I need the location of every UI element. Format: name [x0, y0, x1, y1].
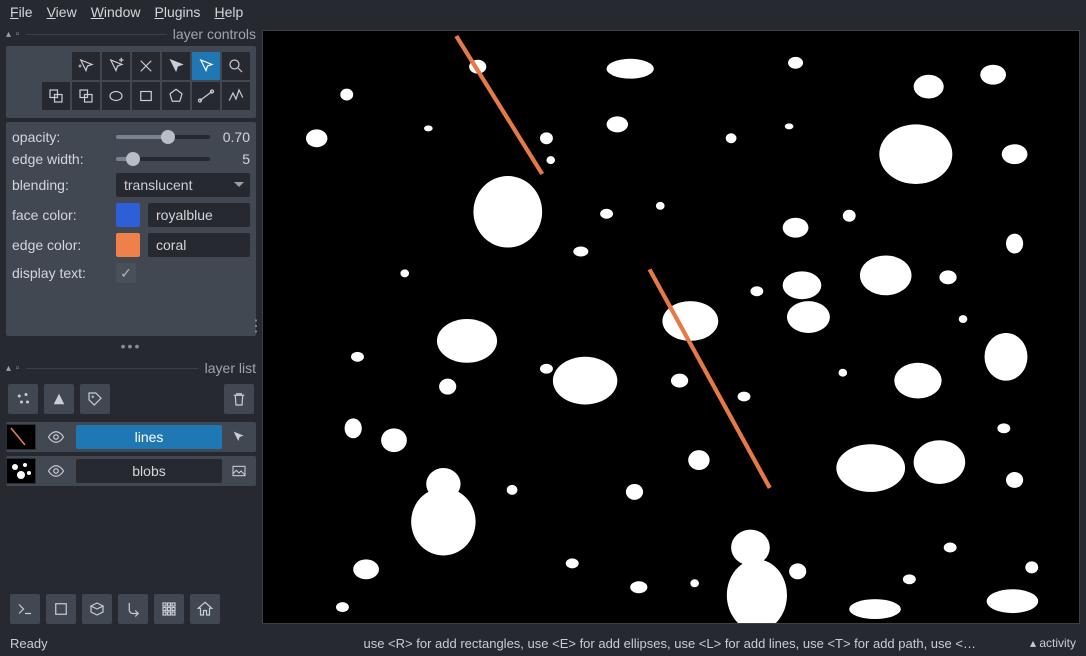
delete-layer-button[interactable] [224, 384, 254, 414]
collapse-icon[interactable]: ▴ ▫ [6, 29, 20, 40]
layer-list-tools [6, 380, 256, 418]
display-text-checkbox[interactable]: ✓ [116, 263, 136, 283]
menubar: File View Window Plugins Help [0, 0, 1086, 24]
more-controls-icon[interactable]: ••• [6, 336, 256, 358]
edge-width-label: edge width: [12, 151, 108, 167]
ndisplay-button[interactable] [82, 594, 112, 624]
viewer-buttons [6, 584, 256, 630]
activity-indicator[interactable]: ▴ activity [1030, 636, 1076, 650]
add-ellipse-tool[interactable] [102, 82, 130, 110]
delete-shape-tool[interactable] [132, 52, 160, 80]
edge-color-field[interactable]: coral [148, 233, 250, 257]
face-color-label: face color: [12, 207, 108, 223]
edge-width-value: 5 [218, 151, 250, 167]
select-vertices-tool[interactable] [72, 52, 100, 80]
left-sidebar: ▴ ▫ layer controls [0, 24, 262, 630]
layer-name[interactable]: lines [76, 425, 222, 449]
blending-select[interactable]: translucent [116, 173, 250, 197]
opacity-value: 0.70 [218, 129, 250, 145]
transpose-button[interactable] [118, 594, 148, 624]
layer-controls-title: layer controls [173, 26, 256, 42]
display-text-label: display text: [12, 265, 108, 281]
opacity-slider[interactable] [116, 135, 210, 139]
new-shapes-layer-button[interactable] [44, 384, 74, 414]
layer-list-header: ▴ ▫ layer list [6, 358, 256, 380]
layer-thumbnail [6, 458, 36, 484]
image-layer-icon [228, 463, 250, 479]
menu-file[interactable]: File [10, 4, 33, 20]
layer-row-blobs[interactable]: blobs [6, 456, 256, 486]
add-rectangle-tool[interactable] [132, 82, 160, 110]
move-front-tool[interactable] [42, 82, 70, 110]
menu-plugins[interactable]: Plugins [155, 4, 201, 20]
shapes-layer-icon [228, 429, 250, 445]
layer-controls-header: ▴ ▫ layer controls [6, 24, 256, 46]
layer-row-lines[interactable]: lines [6, 422, 256, 452]
pan-zoom-tool[interactable] [222, 52, 250, 80]
shape-tools [6, 46, 256, 118]
blending-label: blending: [12, 177, 108, 193]
move-back-tool[interactable] [72, 82, 100, 110]
edge-color-swatch[interactable] [116, 233, 140, 257]
select-shape-tool[interactable] [162, 52, 190, 80]
roll-dims-button[interactable] [46, 594, 76, 624]
layer-thumbnail [6, 424, 36, 450]
add-path-tool[interactable] [222, 82, 250, 110]
layer-properties: opacity: 0.70 edge width: 5 [6, 122, 256, 336]
status-hint: use <R> for add rectangles, use <E> for … [363, 636, 975, 651]
new-labels-layer-button[interactable] [80, 384, 110, 414]
canvas[interactable] [262, 30, 1080, 624]
layer-name[interactable]: blobs [76, 459, 222, 483]
menu-window[interactable]: Window [91, 4, 141, 20]
add-polygon-tool[interactable] [162, 82, 190, 110]
face-color-field[interactable]: royalblue [148, 203, 250, 227]
collapse-icon[interactable]: ▴ ▫ [6, 363, 20, 374]
add-vertex-tool[interactable] [102, 52, 130, 80]
layer-list-title: layer list [205, 360, 256, 376]
menu-view[interactable]: View [47, 4, 77, 20]
status-bar: Ready use <R> for add rectangles, use <E… [0, 630, 1086, 656]
home-button[interactable] [190, 594, 220, 624]
opacity-label: opacity: [12, 129, 108, 145]
face-color-swatch[interactable] [116, 203, 140, 227]
grid-button[interactable] [154, 594, 184, 624]
edge-width-slider[interactable] [116, 157, 210, 161]
add-line-tool[interactable] [192, 82, 220, 110]
console-button[interactable] [10, 594, 40, 624]
edge-color-label: edge color: [12, 237, 108, 253]
visibility-toggle-icon[interactable] [42, 428, 70, 446]
status-left: Ready [10, 636, 48, 651]
menu-help[interactable]: Help [214, 4, 243, 20]
direct-select-tool[interactable] [192, 52, 220, 80]
visibility-toggle-icon[interactable] [42, 462, 70, 480]
new-points-layer-button[interactable] [8, 384, 38, 414]
